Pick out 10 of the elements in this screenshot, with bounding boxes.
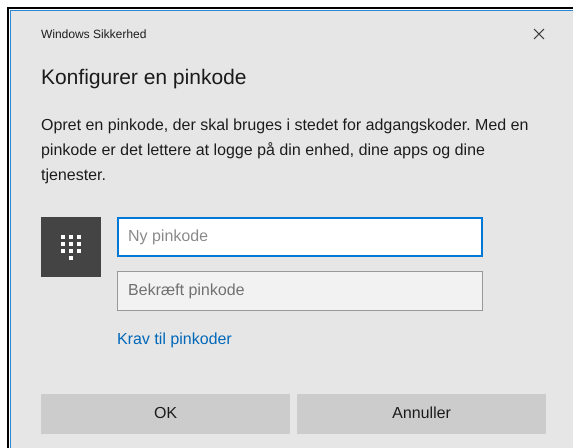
pin-field[interactable]: Bekræft pinkode xyxy=(117,271,483,311)
cancel-button[interactable]: Annuller xyxy=(297,394,546,434)
window-title: Windows Sikkerhed xyxy=(41,26,146,43)
dialog-heading: Konfigurer en pinkode xyxy=(41,65,248,91)
description-text: Opret en pinkode, der skal bruges i stedet for adgangskoder. Med en pinkode er det lettere at logge på din enhed, dine apps og dine tjenester. xyxy=(41,116,530,186)
pin-requirements-link[interactable]: Krav til pinkoder xyxy=(117,328,232,352)
close-icon[interactable] xyxy=(533,28,545,40)
ok-button[interactable]: OK xyxy=(41,394,290,434)
keypad-icon xyxy=(61,234,81,260)
pin-field[interactable]: Ny pinkode xyxy=(117,217,483,257)
